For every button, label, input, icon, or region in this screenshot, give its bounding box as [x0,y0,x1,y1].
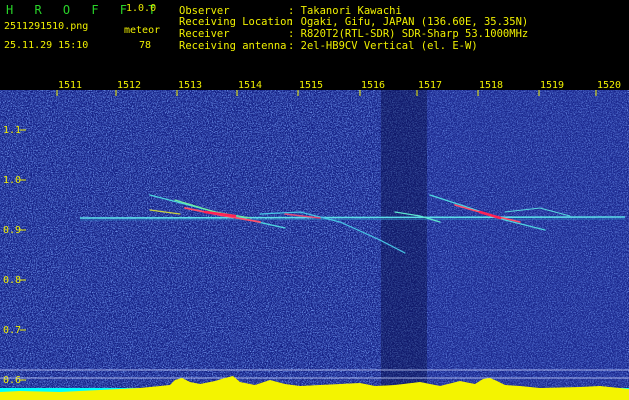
x-tick-label: 1513 [178,80,202,91]
y-tick-label: 1.0 [3,175,21,186]
antenna-label: Receiving antenna [179,40,287,52]
y-tick-label: 1.1 [3,125,21,136]
x-tick-label: 1517 [418,80,442,91]
location-label: Receiving Location [179,16,293,28]
x-tick-label: 1519 [540,80,564,91]
observer-label: Observer [179,5,230,17]
y-tick-label: 0.8 [3,275,21,286]
x-tick-label: 1512 [117,80,141,91]
detection-category: meteor [124,25,161,36]
y-tick-label: 0.7 [3,325,21,336]
x-tick-label: 1516 [361,80,385,91]
carrier-signal-line [79,216,626,219]
receiver-label: Receiver [179,28,230,40]
observer-value: : Takanori Kawachi [288,5,402,17]
receiver-value: : R820T2(RTL-SDR) SDR-Sharp 53.1000MHz [288,28,529,40]
app-version: 1.0.0 [126,3,157,14]
x-tick-label: 1518 [479,80,503,91]
capture-datetime: 25.11.29 15:10 [4,40,89,51]
location-value: : Ogaki, Gifu, JAPAN (136.60E, 35.35N) [288,16,529,28]
dark-column [381,90,427,388]
y-tick-label: 0.6 [3,375,21,386]
y-tick-label: 0.9 [3,225,21,236]
x-tick-label: 1511 [58,80,82,91]
antenna-value: : 2el-HB9CV Vertical (el. E-W) [288,40,478,52]
detection-count: 78 [139,40,152,51]
x-tick-label: 1514 [238,80,262,91]
x-tick-label: 1520 [597,80,621,91]
header-bar: H R O F F T 1.0.0 2511291510.png 25.11.2… [0,0,629,72]
waterfall-spectrogram: 1511 1512 1513 1514 1515 1516 1517 1518 1519 1520… [0,72,629,400]
file-name: 2511291510.png [4,21,89,32]
bright-region [427,90,627,388]
x-tick-label: 1515 [299,80,323,91]
